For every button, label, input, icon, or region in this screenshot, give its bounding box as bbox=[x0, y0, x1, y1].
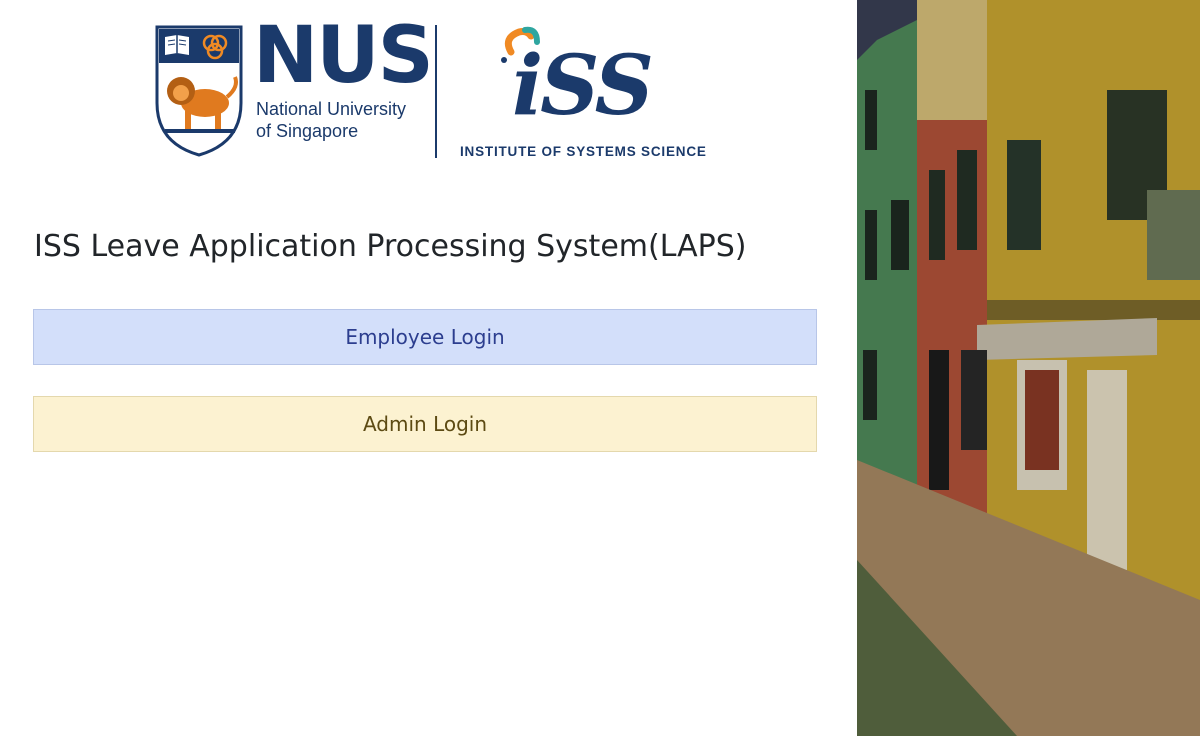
logo-divider bbox=[435, 25, 437, 158]
logo-header: NUS National University of Singapore iSS… bbox=[150, 16, 710, 170]
nus-crest-logo bbox=[155, 25, 243, 157]
login-panel: NUS National University of Singapore iSS… bbox=[0, 0, 857, 736]
page-title: ISS Leave Application Processing System(… bbox=[34, 229, 747, 264]
colorful-street-photo bbox=[857, 0, 1200, 736]
hero-image bbox=[857, 0, 1200, 736]
nus-wordmark: NUS bbox=[253, 11, 434, 101]
iss-tagline: INSTITUTE OF SYSTEMS SCIENCE bbox=[460, 144, 707, 159]
admin-login-button[interactable]: Admin Login bbox=[33, 396, 817, 452]
nus-subtitle: National University of Singapore bbox=[256, 98, 426, 142]
nus-subtitle-line2: of Singapore bbox=[256, 121, 359, 141]
employee-login-button[interactable]: Employee Login bbox=[33, 309, 817, 365]
nus-subtitle-line1: National University bbox=[256, 99, 407, 119]
iss-wordmark: iSS bbox=[512, 38, 654, 134]
